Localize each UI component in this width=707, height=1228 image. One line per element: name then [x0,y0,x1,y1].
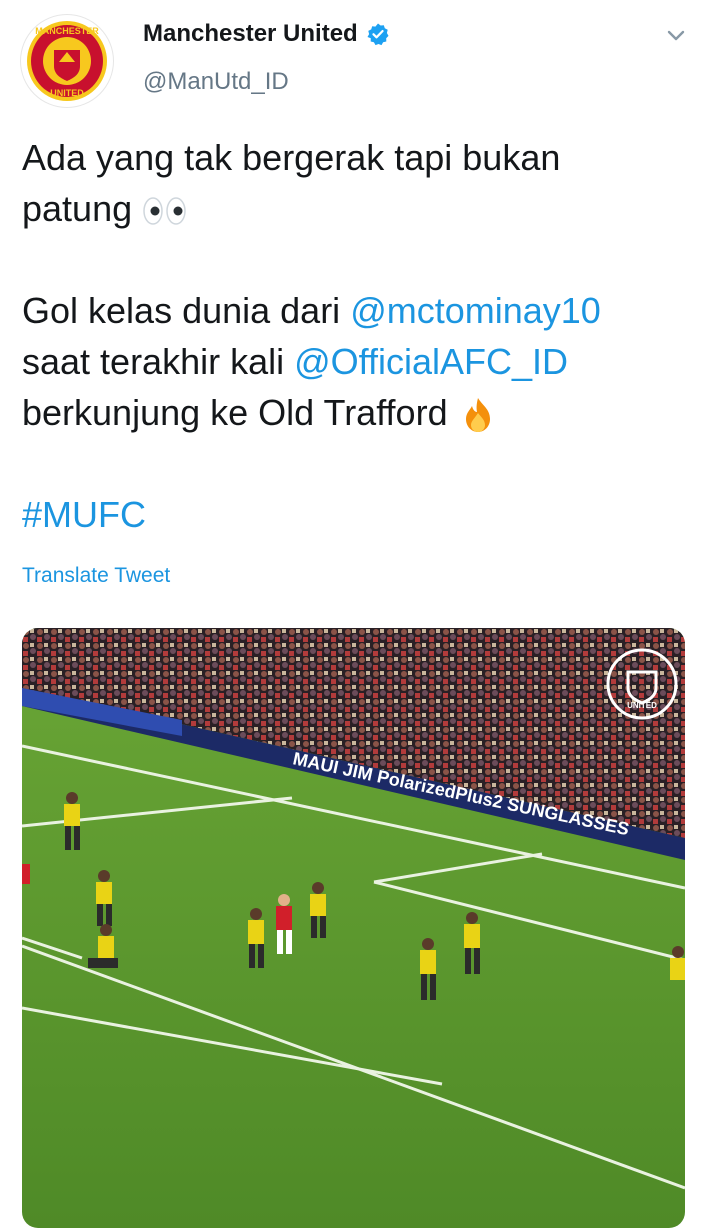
video-frame: MAUI JIM PolarizedPlus2 SUNGLASSES UNITE… [22,628,685,1228]
tweet-line: Gol kelas dunia dari [22,290,351,331]
player-red [22,864,30,884]
tweet-line: saat terakhir kali [22,341,295,382]
player-yellow [670,946,685,980]
mention-link[interactable]: @OfficialAFC_ID [294,341,568,382]
translate-tweet-link[interactable]: Translate Tweet [22,564,170,588]
tweet-text: Ada yang tak bergerak tapi bukan patung … [22,132,682,540]
chevron-down-icon[interactable] [665,24,687,46]
avatar[interactable]: MANCHESTER UNITED [20,14,114,108]
mention-link[interactable]: @mctominay10 [350,290,601,331]
author-name[interactable]: Manchester United [143,20,358,48]
hashtag-link[interactable]: #MUFC [22,494,146,535]
manchester-united-crest: MANCHESTER UNITED [27,21,107,101]
watermark-text: UNITED [627,701,657,710]
tweet-line: Ada yang tak bergerak tapi bukan [22,137,561,178]
video-media[interactable]: MAUI JIM PolarizedPlus2 SUNGLASSES UNITE… [22,628,685,1228]
verified-badge-icon [367,23,389,46]
svg-text:MANCHESTER: MANCHESTER [35,26,99,36]
eyes-emoji-icon [143,197,186,226]
author-handle[interactable]: @ManUtd_ID [143,68,289,96]
author-row[interactable]: Manchester United [143,20,390,48]
svg-text:UNITED: UNITED [50,88,84,98]
fire-emoji-icon [465,398,490,433]
tweet-line: patung [22,188,133,229]
tweet-line: berkunjung ke Old Trafford [22,392,448,433]
